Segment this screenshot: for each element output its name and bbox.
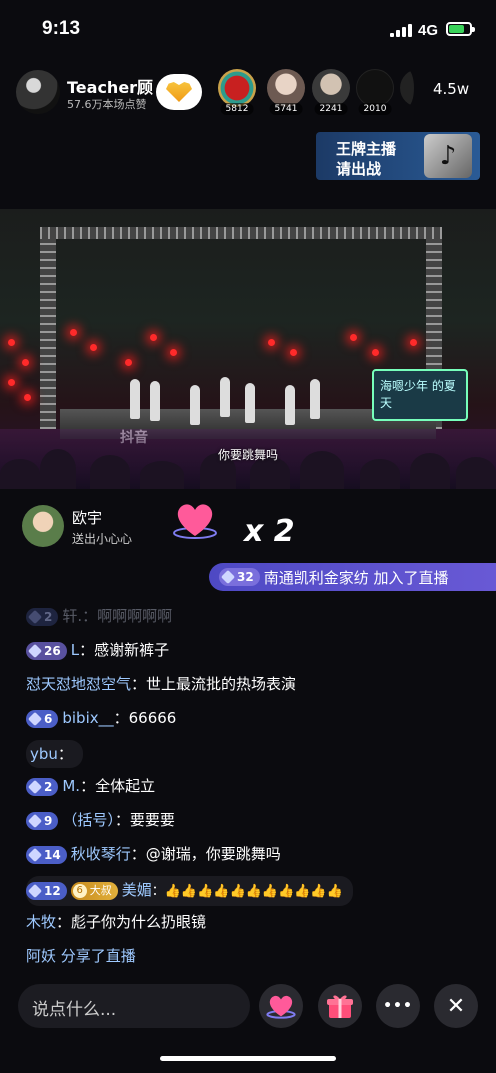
chat-username[interactable]: 怼天怼地怼空气: [26, 675, 131, 693]
like-gift-button[interactable]: [259, 984, 303, 1028]
gift-sender-avatar[interactable]: [22, 505, 64, 547]
chat-text: ：👍👍👍👍👍👍👍👍👍👍👍: [151, 884, 343, 899]
chat-text: ：感谢新裤子: [79, 641, 170, 659]
diamond-icon: [27, 883, 43, 898]
chat-username[interactable]: L: [71, 641, 79, 659]
video-subtitle: 你要跳舞吗: [217, 448, 278, 462]
chat-message[interactable]: ybu：: [26, 740, 83, 768]
challenge-title: 王牌主播: [336, 140, 397, 158]
battery-icon: [446, 22, 475, 36]
network-type: 4G: [418, 22, 439, 39]
diamond-icon: [220, 569, 236, 585]
chat-message[interactable]: 14 秋收琴行：@谢瑞，你要跳舞吗: [26, 842, 281, 866]
chat-username[interactable]: 轩.: [62, 607, 82, 625]
diamond-icon: [27, 711, 43, 726]
more-button[interactable]: •••: [376, 984, 420, 1028]
chat-username[interactable]: bibix__: [62, 709, 113, 727]
chat-text: ：66666: [113, 709, 177, 727]
chat-username[interactable]: 秋收琴行: [71, 845, 131, 863]
challenge-subtitle: 请出战: [336, 160, 382, 178]
chat-text: ：啊啊啊啊啊: [82, 607, 173, 625]
viewer-avatar[interactable]: 5741: [267, 69, 305, 115]
host-name[interactable]: Teacher顾: [67, 74, 153, 98]
chat-message[interactable]: 9 （括号）：要要要: [26, 808, 175, 832]
status-time: 9:13: [42, 18, 81, 39]
home-indicator[interactable]: [160, 1056, 336, 1061]
viewer-avatar[interactable]: 2241: [312, 69, 350, 115]
chat-message[interactable]: 12 6 大叔 美媚：👍👍👍👍👍👍👍👍👍👍👍: [26, 876, 353, 906]
user-joined-notice: 32 南通凯利金家纺 加入了直播: [209, 563, 496, 591]
level-badge: 2: [26, 777, 59, 796]
more-icon: •••: [383, 998, 413, 1014]
chat-username[interactable]: （括号）: [62, 811, 115, 829]
chat-text: ：全体起立: [80, 777, 156, 795]
signal-icon: [390, 24, 412, 37]
heart-icon: [166, 82, 192, 102]
heart-gift-icon: [173, 504, 217, 539]
chat-message[interactable]: 2 M.：全体起立: [26, 774, 155, 798]
viewer-avatar[interactable]: [400, 69, 414, 107]
joined-text: 南通凯利金家纺 加入了直播: [263, 568, 449, 587]
diamond-icon: [27, 847, 43, 862]
viewer-total-count[interactable]: 4.5w: [433, 80, 469, 98]
close-button[interactable]: ✕: [434, 984, 478, 1028]
viewer-rank-count: 2010: [358, 103, 392, 115]
close-icon: ✕: [446, 993, 466, 1019]
gift-box-icon: [327, 995, 353, 1018]
diamond-icon: [27, 813, 43, 828]
viewer-avatar[interactable]: 5812: [218, 69, 256, 115]
diamond-icon: [27, 609, 43, 624]
host-likes: 57.6万本场点赞: [67, 98, 147, 111]
diamond-icon: [27, 643, 43, 658]
chat-message[interactable]: 怼天怼地怼空气：世上最流批的热场表演: [26, 672, 296, 696]
gift-action: 送出小心心: [72, 532, 133, 546]
level-badge: 9: [26, 811, 59, 830]
chat-text: ：要要要: [114, 811, 175, 829]
follow-button[interactable]: [156, 74, 202, 110]
chat-message[interactable]: 6 bibix__：66666: [26, 706, 176, 730]
gift-combo-count: x 2: [244, 514, 295, 549]
level-badge: 32: [219, 568, 260, 586]
comment-placeholder[interactable]: 说点什么...: [32, 995, 116, 1020]
heart-gift-icon: [266, 995, 296, 1019]
chat-message[interactable]: 26 L：感谢新裤子: [26, 638, 169, 662]
tiktok-logo-icon: ♪: [424, 134, 472, 178]
viewer-rank-count: 5741: [269, 103, 303, 115]
fan-club-badge: 6 大叔: [70, 881, 118, 900]
level-badge: 2: [26, 607, 59, 626]
chat-text: 分享了直播: [56, 947, 136, 965]
level-badge: 6: [26, 709, 59, 728]
level-badge: 12: [26, 881, 67, 900]
ace-streamer-challenge-banner[interactable]: 王牌主播 请出战 ♪: [316, 132, 480, 180]
chat-username[interactable]: 阿妖: [26, 947, 56, 965]
chat-text: ：@谢瑞，你要跳舞吗: [130, 845, 281, 863]
chat-text: ：: [57, 745, 73, 763]
chat-text: ：彪子你为什么扔眼镜: [56, 913, 207, 931]
chat-username[interactable]: 木牧: [26, 913, 56, 931]
gift-sender-name[interactable]: 欧宇: [72, 507, 102, 528]
diamond-icon: [27, 779, 43, 794]
chat-username[interactable]: 美媚: [122, 881, 152, 899]
gift-button[interactable]: [318, 984, 362, 1028]
chat-text: ：世上最流批的热场表演: [131, 675, 297, 693]
level-badge: 26: [26, 641, 67, 660]
viewer-rank-count: 5812: [220, 103, 254, 115]
chat-message[interactable]: 木牧：彪子你为什么扔眼镜: [26, 910, 206, 934]
host-avatar[interactable]: [16, 70, 60, 114]
level-badge: 14: [26, 845, 67, 864]
chat-username[interactable]: ybu: [30, 745, 58, 763]
chat-username[interactable]: M.: [62, 777, 80, 795]
chat-message[interactable]: 2 轩.：啊啊啊啊啊: [26, 604, 172, 628]
stage-sign: 海嗯少年 的夏天: [372, 369, 468, 421]
viewer-rank-count: 2241: [314, 103, 348, 115]
chat-message[interactable]: 阿妖 分享了直播: [26, 944, 136, 968]
viewer-avatar[interactable]: 2010: [356, 69, 394, 115]
